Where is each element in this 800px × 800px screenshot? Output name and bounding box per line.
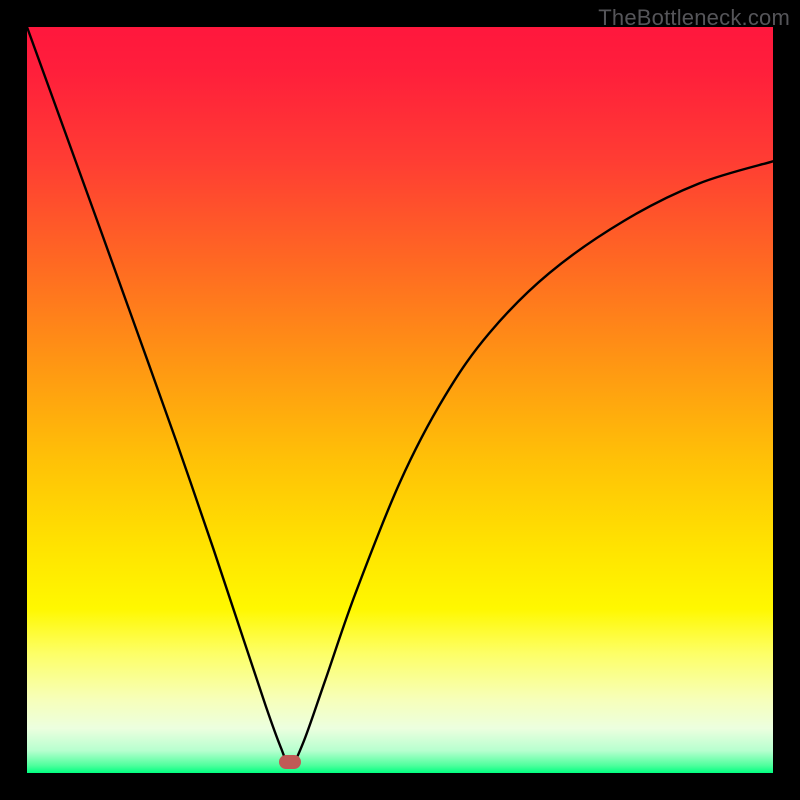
bottleneck-curve [27, 27, 773, 773]
minimum-marker [279, 755, 301, 769]
chart-frame: TheBottleneck.com [0, 0, 800, 800]
watermark-text: TheBottleneck.com [598, 5, 790, 31]
plot-area [27, 27, 773, 773]
